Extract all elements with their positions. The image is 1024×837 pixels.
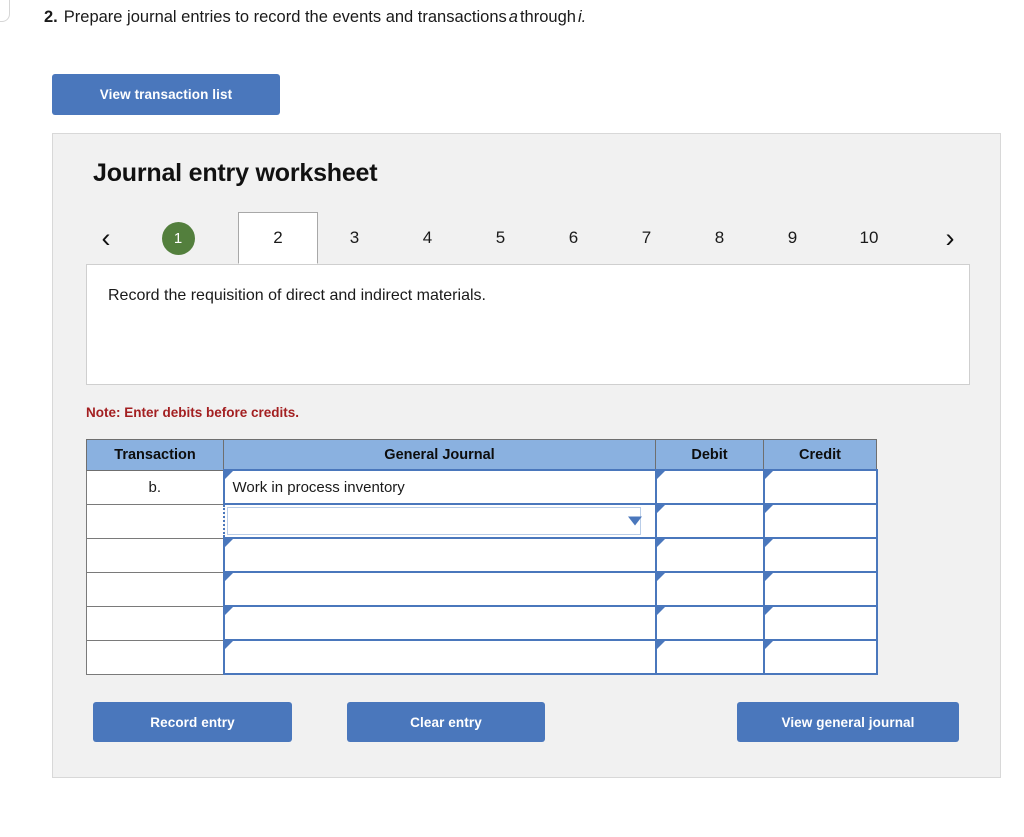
chevron-down-icon[interactable] [627,516,642,526]
table-row [86,537,878,573]
journal-table-body: b. Work in process inventory [86,469,878,675]
cell-flag-icon [656,607,665,615]
transaction-cell-2 [86,503,224,539]
general-journal-input-5[interactable] [222,605,657,641]
cell-flag-icon [656,471,665,479]
table-row: b. Work in process inventory [86,469,878,505]
column-header-debit: Debit [655,439,764,471]
tab-9[interactable]: 9 [756,212,829,264]
transaction-cell-6 [86,639,224,675]
journal-entry-table: Transaction General Journal Debit Credit… [86,439,878,675]
question-italic-i: i. [577,7,587,26]
tab-6-label: 6 [568,228,579,247]
chevron-left-icon[interactable]: ‹ [86,212,126,264]
table-row [86,605,878,641]
question-italic-a: a [508,7,518,26]
tab-1[interactable]: 1 [148,212,208,264]
cell-flag-icon [764,539,773,547]
worksheet-panel: Journal entry worksheet ‹ 1 2 3 4 5 6 7 … [52,133,1001,778]
tab-4-label: 4 [422,228,433,247]
cell-flag-icon [764,505,773,513]
table-row [86,571,878,607]
transaction-cell-5 [86,605,224,641]
transaction-cell-3 [86,537,224,573]
transaction-cell-4 [86,571,224,607]
transaction-cell-1: b. [86,469,224,505]
dropdown-field[interactable] [226,507,641,535]
tab-3[interactable]: 3 [318,212,391,264]
record-entry-button[interactable]: Record entry [93,702,292,742]
transaction-prompt-box: Record the requisition of direct and ind… [86,264,970,385]
question-statement: 2. Prepare journal entries to record the… [44,0,588,34]
debit-input-4[interactable] [654,571,765,607]
general-journal-input-1[interactable]: Work in process inventory [222,469,657,505]
tab-9-label: 9 [787,228,798,247]
tab-7-label: 7 [641,228,652,247]
chevron-right-icon[interactable]: › [930,212,970,264]
cell-flag-icon [764,607,773,615]
cell-flag-icon [224,607,233,615]
question-number: 2. [44,7,58,26]
table-row [86,503,878,539]
clear-entry-button[interactable]: Clear entry [347,702,545,742]
cell-flag-icon [764,641,773,649]
view-general-journal-button[interactable]: View general journal [737,702,959,742]
tab-5-label: 5 [495,228,506,247]
general-journal-input-4[interactable] [222,571,657,607]
cell-flag-icon [224,471,233,479]
question-text-before: Prepare journal entries to record the ev… [63,7,507,26]
credit-input-3[interactable] [762,537,878,573]
general-journal-input-3[interactable] [222,537,657,573]
credit-input-4[interactable] [762,571,878,607]
general-journal-input-6[interactable] [222,639,657,675]
table-row [86,639,878,675]
cell-flag-icon [656,573,665,581]
tab-6[interactable]: 6 [537,212,610,264]
tab-8-label: 8 [714,228,725,247]
tab-2[interactable]: 2 [238,212,318,264]
credit-input-1[interactable] [762,469,878,505]
journal-entry-worksheet-page: 2. Prepare journal entries to record the… [0,0,1024,837]
cell-flag-icon [224,539,233,547]
tab-2-label: 2 [273,228,283,247]
tab-8[interactable]: 8 [683,212,756,264]
debit-input-1[interactable] [654,469,765,505]
general-journal-value-1: Work in process inventory [232,478,405,496]
view-transaction-list-button[interactable]: View transaction list [52,74,280,115]
question-text-middle: through [519,7,576,26]
column-header-general-journal: General Journal [223,439,656,471]
cell-flag-icon [656,505,665,513]
debit-input-5[interactable] [654,605,765,641]
cell-flag-icon [656,539,665,547]
debit-input-3[interactable] [654,537,765,573]
tab-5[interactable]: 5 [464,212,537,264]
cell-flag-icon [764,471,773,479]
table-header-row: Transaction General Journal Debit Credit [86,439,877,471]
debit-input-6[interactable] [654,639,765,675]
credit-input-2[interactable] [762,503,878,539]
cell-flag-icon [656,641,665,649]
tab-strip: ‹ 1 2 3 4 5 6 7 8 9 10 › [86,212,970,265]
credit-input-6[interactable] [762,639,878,675]
tab-7[interactable]: 7 [610,212,683,264]
transaction-prompt-text: Record the requisition of direct and ind… [108,287,486,304]
cell-flag-icon [764,573,773,581]
tab-10[interactable]: 10 [829,212,909,264]
column-header-transaction: Transaction [86,439,224,471]
tab-1-badge: 1 [161,221,195,255]
column-header-credit: Credit [763,439,877,471]
general-journal-dropdown-2[interactable] [222,503,657,539]
page-title: Journal entry worksheet [93,159,378,187]
debit-input-2[interactable] [654,503,765,539]
debits-before-credits-note: Note: Enter debits before credits. [86,405,300,420]
tab-10-label: 10 [859,228,879,247]
cell-flag-icon [224,573,233,581]
page-corner-artifact [0,0,10,22]
credit-input-5[interactable] [762,605,878,641]
tab-4[interactable]: 4 [391,212,464,264]
tab-3-label: 3 [349,228,360,247]
cell-flag-icon [224,641,233,649]
